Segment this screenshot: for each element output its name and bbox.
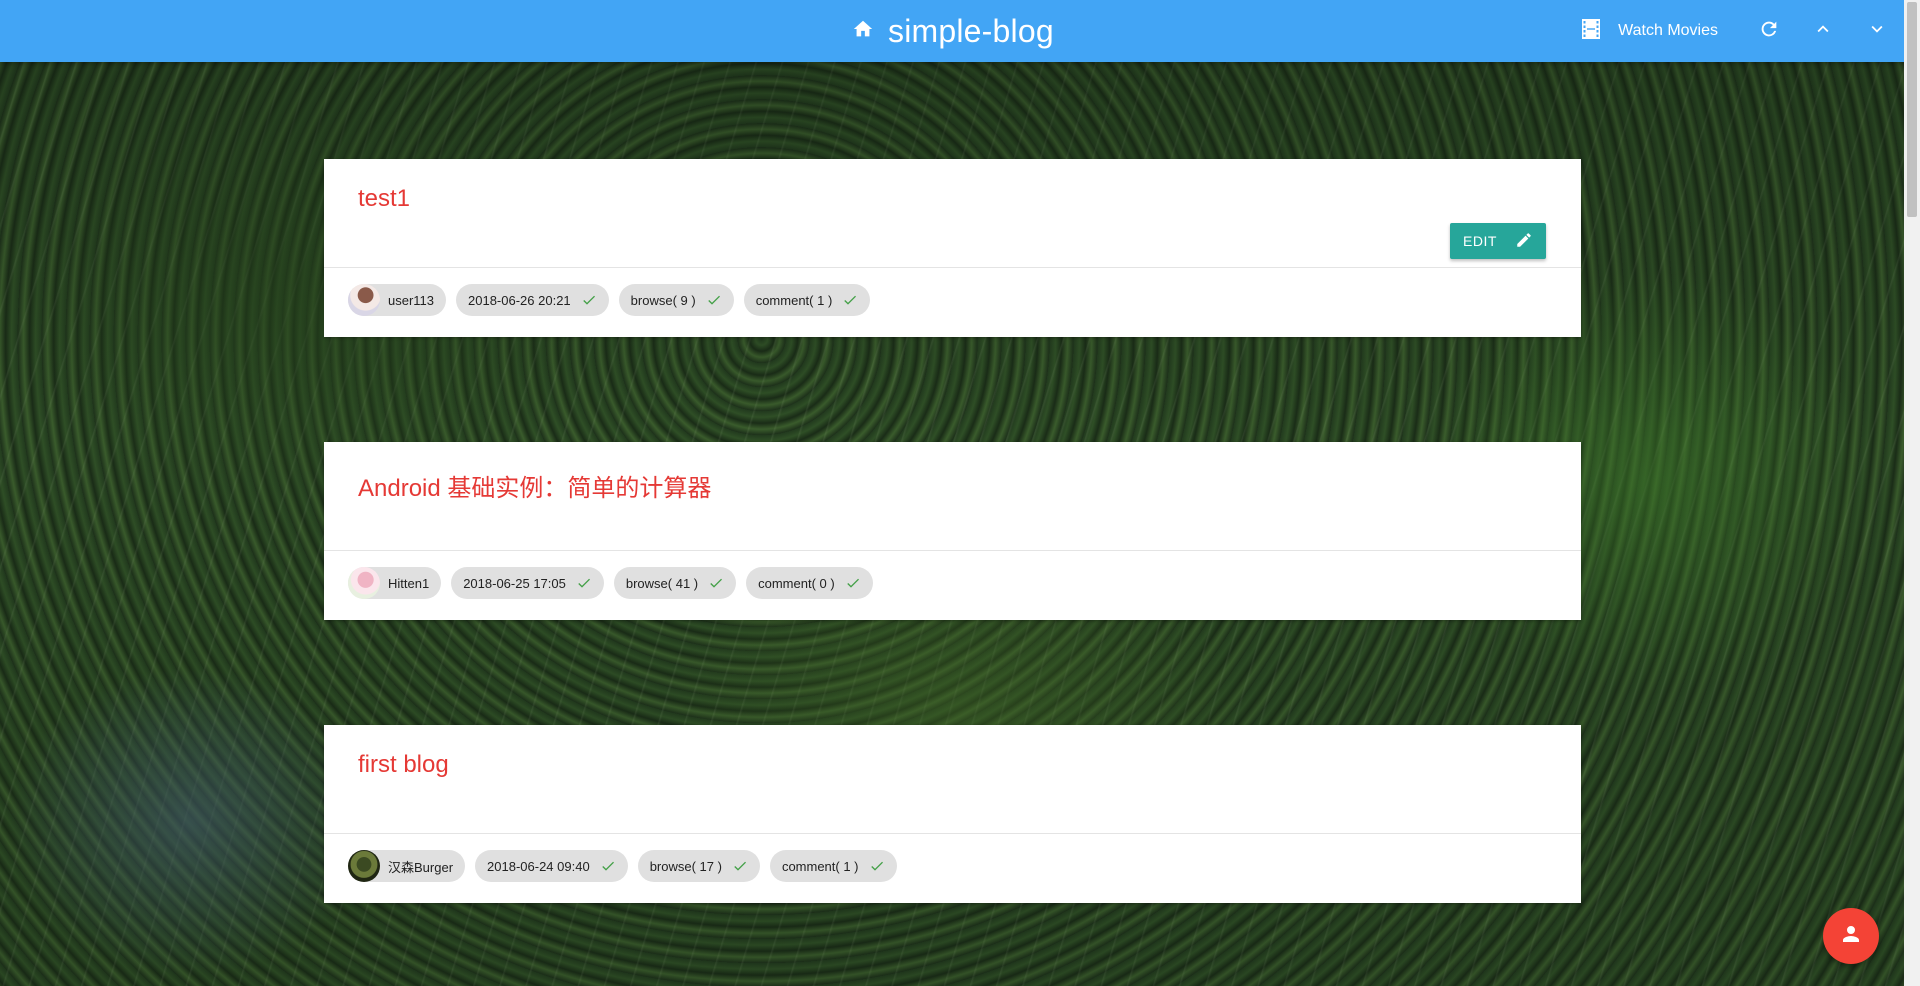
check-icon [734, 861, 746, 871]
page-scrollbar[interactable] [1904, 0, 1920, 986]
comment-chip[interactable]: comment( 1 ) [769, 850, 897, 882]
author-name: user113 [388, 292, 435, 308]
watch-movies-button[interactable]: Watch Movies [1566, 0, 1742, 62]
post-card: test1 EDIT user113 2018-06-26 20:21 brow… [324, 159, 1581, 337]
post-card: first blog 汉森Burger 2018-06-24 09:40 bro… [324, 725, 1581, 903]
author-chip[interactable]: Hitten1 [348, 567, 442, 599]
check-icon [844, 295, 857, 305]
chevron-up-icon [1812, 18, 1834, 45]
check-icon [601, 861, 614, 871]
check-icon [846, 578, 859, 588]
author-chip[interactable]: user113 [348, 284, 447, 316]
scrollbar-thumb[interactable] [1907, 2, 1917, 217]
chevron-down-icon [1866, 18, 1888, 45]
pencil-icon [1515, 231, 1533, 252]
author-chip[interactable]: 汉森Burger [348, 850, 466, 882]
scroll-up-button[interactable] [1796, 0, 1850, 62]
comment-count: comment( 0 ) [758, 575, 835, 591]
browse-count: browse( 17 ) [649, 858, 722, 874]
check-icon [578, 578, 590, 588]
brand-title: simple-blog [888, 12, 1054, 49]
browse-chip: browse( 17 ) [637, 850, 760, 882]
browse-count: browse( 9 ) [630, 292, 696, 308]
refresh-button[interactable] [1742, 0, 1796, 62]
top-nav: Watch Movies [1566, 0, 1904, 62]
edit-label: EDIT [1463, 233, 1497, 249]
browse-chip: browse( 41 ) [613, 567, 737, 599]
scroll-down-button[interactable] [1850, 0, 1904, 62]
brand-link[interactable]: simple-blog [852, 0, 1054, 62]
comment-chip[interactable]: comment( 0 ) [746, 567, 873, 599]
card-divider [324, 550, 1581, 551]
author-name: 汉森Burger [388, 859, 454, 875]
top-app-bar: simple-blog Watch Movies [0, 0, 1904, 62]
refresh-icon [1758, 18, 1780, 45]
film-icon [1582, 18, 1601, 44]
avatar [348, 850, 380, 882]
date-chip: 2018-06-26 20:21 [456, 284, 609, 316]
post-date: 2018-06-24 09:40 [487, 858, 590, 874]
post-meta: Hitten1 2018-06-25 17:05 browse( 41 ) co… [348, 567, 873, 599]
card-divider [324, 833, 1581, 834]
person-icon [1839, 922, 1863, 951]
post-meta: user113 2018-06-26 20:21 browse( 9 ) com… [348, 284, 871, 316]
watch-movies-label: Watch Movies [1618, 22, 1718, 39]
browse-chip: browse( 9 ) [618, 284, 734, 316]
comment-chip[interactable]: comment( 1 ) [743, 284, 871, 316]
post-date: 2018-06-26 20:21 [468, 292, 571, 308]
comment-count: comment( 1 ) [755, 292, 833, 308]
post-title[interactable]: first blog [358, 751, 449, 779]
avatar [348, 567, 380, 599]
home-icon [852, 18, 874, 45]
card-divider [324, 267, 1581, 268]
check-icon [870, 861, 883, 871]
avatar [348, 284, 380, 316]
check-icon [710, 578, 723, 588]
comment-count: comment( 1 ) [781, 858, 859, 874]
check-icon [707, 295, 720, 305]
date-chip: 2018-06-24 09:40 [475, 850, 628, 882]
date-chip: 2018-06-25 17:05 [451, 567, 604, 599]
post-card: Android 基础实例：简单的计算器 Hitten1 2018-06-25 1… [324, 442, 1581, 620]
edit-button[interactable]: EDIT [1450, 223, 1546, 259]
check-icon [582, 295, 595, 305]
author-name: Hitten1 [388, 575, 430, 591]
post-date: 2018-06-25 17:05 [463, 575, 566, 591]
browse-count: browse( 41 ) [625, 575, 699, 591]
post-title[interactable]: Android 基础实例：简单的计算器 [358, 468, 711, 503]
post-title[interactable]: test1 [358, 185, 410, 213]
user-fab-button[interactable] [1823, 908, 1879, 964]
post-meta: 汉森Burger 2018-06-24 09:40 browse( 17 ) c… [348, 850, 897, 882]
